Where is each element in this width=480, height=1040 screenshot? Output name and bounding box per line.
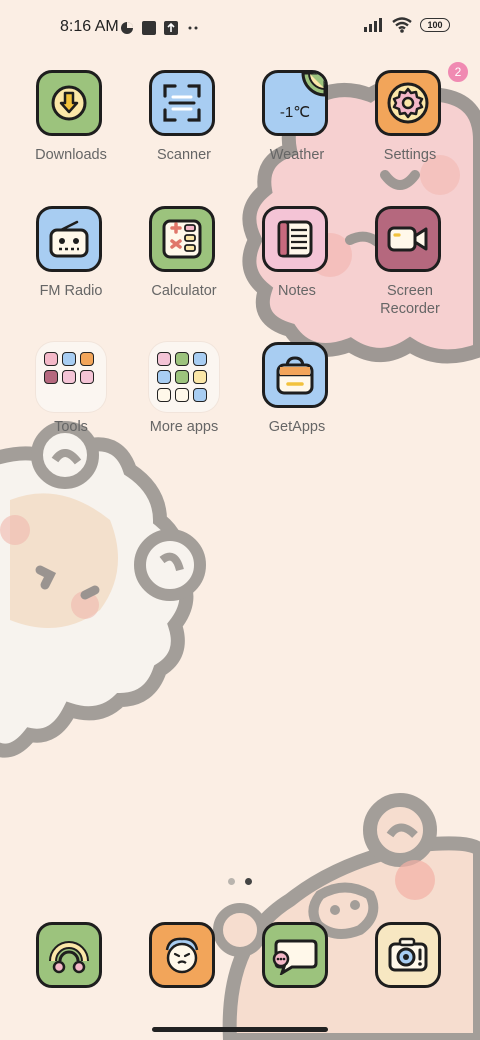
mini-app-icon bbox=[62, 352, 76, 366]
gear-icon bbox=[387, 82, 429, 124]
app-scanner[interactable]: Scanner bbox=[128, 70, 240, 180]
mini-app-icon bbox=[175, 388, 189, 402]
app-calculator[interactable]: Calculator bbox=[128, 206, 240, 316]
camera-icon bbox=[388, 937, 428, 972]
mini-app-icon bbox=[193, 352, 207, 366]
app-label: GetApps bbox=[268, 419, 326, 435]
app-getapps[interactable]: GetApps bbox=[241, 342, 353, 452]
calculator-icon bbox=[162, 219, 202, 259]
app-icon-box bbox=[262, 342, 328, 408]
app-screen-recorder[interactable]: Screen Recorder bbox=[354, 206, 466, 317]
download-arrow-icon bbox=[51, 85, 87, 121]
page-dot[interactable] bbox=[228, 878, 235, 885]
dock-app-phone[interactable] bbox=[15, 918, 127, 1028]
phone-icon bbox=[49, 941, 89, 974]
app-label: Calculator bbox=[151, 283, 217, 299]
dock bbox=[0, 918, 480, 998]
folder-label: Tools bbox=[54, 419, 88, 435]
app-icon-box bbox=[149, 70, 215, 136]
app-grid: Downloads Scanner -1℃ Weather 2 Settings… bbox=[0, 0, 480, 460]
scan-frame-icon bbox=[163, 84, 201, 122]
app-downloads[interactable]: Downloads bbox=[15, 70, 127, 180]
mini-app-icon bbox=[193, 388, 207, 402]
mini-app-icon bbox=[157, 370, 171, 384]
white-sheep-illustration bbox=[0, 421, 206, 758]
app-icon-box bbox=[262, 922, 328, 988]
app-icon-box: -1℃ bbox=[262, 70, 328, 136]
dock-app-messaging[interactable] bbox=[241, 918, 353, 1028]
dock-app-camera[interactable] bbox=[354, 918, 466, 1028]
app-label: Scanner bbox=[156, 147, 211, 163]
app-icon-box bbox=[36, 922, 102, 988]
shopping-bag-icon bbox=[276, 356, 314, 395]
video-camera-icon bbox=[387, 226, 428, 252]
mini-app-icon bbox=[157, 388, 171, 402]
mini-app-icon bbox=[80, 352, 94, 366]
weather-temp: -1℃ bbox=[279, 104, 311, 121]
page-indicator[interactable] bbox=[228, 878, 252, 885]
mini-app-icon bbox=[193, 370, 207, 384]
app-icon-box bbox=[375, 206, 441, 272]
dock-app-mascot[interactable] bbox=[128, 918, 240, 1028]
app-icon-box bbox=[149, 206, 215, 272]
page-dot-active[interactable] bbox=[245, 878, 252, 885]
home-indicator[interactable] bbox=[152, 1027, 328, 1032]
mini-app-icon bbox=[157, 352, 171, 366]
app-icon-box bbox=[262, 206, 328, 272]
app-label: Screen Recorder bbox=[380, 283, 440, 317]
app-label: Settings bbox=[383, 147, 437, 163]
mini-app-icon bbox=[62, 370, 76, 384]
app-label: Downloads bbox=[35, 147, 107, 163]
app-icon-box bbox=[36, 70, 102, 136]
app-label: FM Radio bbox=[39, 283, 103, 299]
app-icon-box bbox=[36, 206, 102, 272]
folder-more-apps[interactable]: More apps bbox=[128, 342, 240, 452]
mini-app-icon bbox=[175, 352, 189, 366]
app-weather[interactable]: -1℃ Weather bbox=[241, 70, 353, 180]
folder-preview bbox=[149, 342, 219, 412]
app-icon-box bbox=[375, 70, 441, 136]
app-fm-radio[interactable]: FM Radio bbox=[15, 206, 127, 316]
mini-app-icon bbox=[44, 370, 58, 384]
app-label: Weather bbox=[269, 147, 325, 163]
notes-icon bbox=[277, 220, 313, 258]
radio-icon bbox=[49, 220, 89, 258]
face-mascot-icon bbox=[165, 937, 199, 974]
mini-app-icon bbox=[80, 370, 94, 384]
mini-app-icon bbox=[44, 352, 58, 366]
app-icon-box bbox=[149, 922, 215, 988]
folder-preview bbox=[36, 342, 106, 412]
notification-badge: 2 bbox=[446, 60, 470, 84]
folder-label: More apps bbox=[149, 419, 219, 435]
mini-app-icon bbox=[175, 370, 189, 384]
folder-tools[interactable]: Tools bbox=[15, 342, 127, 452]
chat-bubble-icon bbox=[272, 939, 318, 975]
app-settings[interactable]: 2 Settings bbox=[354, 60, 470, 180]
app-label: Notes bbox=[278, 283, 316, 299]
app-icon-box bbox=[375, 922, 441, 988]
app-notes[interactable]: Notes bbox=[241, 206, 353, 316]
